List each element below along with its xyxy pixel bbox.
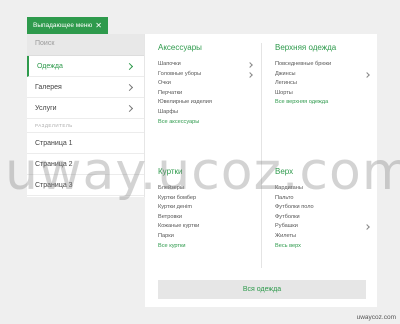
menu-link[interactable]: Ветровки xyxy=(158,213,258,223)
chevron-right-icon xyxy=(125,83,134,91)
dropdown-menu-button[interactable]: Выпадающее меню ✕ xyxy=(27,17,108,34)
menu-link[interactable]: Легинсы xyxy=(275,79,375,89)
chevron-right-icon xyxy=(247,71,253,78)
sidebar-item-page-1[interactable]: Страница 1 xyxy=(27,133,144,154)
sidebar-item-label: Услуги xyxy=(35,104,57,112)
all-jackets-link[interactable]: Все куртки xyxy=(158,242,258,252)
menu-link[interactable]: Куртки бомбер xyxy=(158,194,258,204)
sidebar: Поиск Одежда Галерея Услуги РАЗДЕЛИТЕЛЬ … xyxy=(27,34,145,197)
menu-link[interactable]: Рубашки xyxy=(275,222,375,232)
menu-link[interactable]: Жилеты xyxy=(275,232,375,242)
menu-link[interactable]: Джинсы xyxy=(275,70,375,80)
menu-column-jackets: Куртки Блейзеры Куртки бомбер Куртки ден… xyxy=(158,167,258,251)
menu-link[interactable]: Куртки денim xyxy=(158,203,258,213)
sidebar-item-page-3[interactable]: Страница 3 xyxy=(27,175,144,196)
all-outerwear-link[interactable]: Все верхняя одежда xyxy=(275,98,375,108)
column-title: Верх xyxy=(275,167,294,176)
sidebar-item-label: Одежда xyxy=(37,62,63,70)
menu-link[interactable]: Головные уборы xyxy=(158,70,258,80)
dropdown-menu-label: Выпадающее меню xyxy=(33,22,93,29)
chevron-right-icon xyxy=(364,224,370,231)
sidebar-item-clothing[interactable]: Одежда xyxy=(27,56,144,77)
all-tops-link[interactable]: Весь верх xyxy=(275,242,375,252)
menu-link[interactable]: Шарфы xyxy=(158,108,258,118)
menu-link[interactable]: Кардиганы xyxy=(275,184,375,194)
sidebar-item-label: Страница 2 xyxy=(35,160,73,168)
sidebar-item-services[interactable]: Услуги xyxy=(27,98,144,119)
search-input[interactable]: Поиск xyxy=(27,34,144,56)
menu-link[interactable]: Шапочки xyxy=(158,60,258,70)
column-title: Куртки xyxy=(158,167,183,176)
chevron-right-icon xyxy=(125,62,134,70)
menu-link[interactable]: Перчатки xyxy=(158,89,258,99)
chevron-right-icon xyxy=(364,71,370,78)
menu-link[interactable]: Шорты xyxy=(275,89,375,99)
all-clothing-button[interactable]: Вся одежда xyxy=(158,280,366,299)
sidebar-item-label: Страница 1 xyxy=(35,139,73,147)
menu-link[interactable]: Кожаные куртки xyxy=(158,222,258,232)
menu-column-accessories: Аксессуары Шапочки Головные уборы Очки П… xyxy=(158,43,258,127)
menu-link[interactable]: Повседневные брюки xyxy=(275,60,375,70)
menu-column-tops: Верх Кардиганы Пальто Футболки поло Футб… xyxy=(275,167,375,251)
credit-text: uwaycoz.com xyxy=(356,314,396,321)
chevron-right-icon xyxy=(125,104,134,112)
column-title: Верхняя одежда xyxy=(275,43,337,52)
sidebar-item-gallery[interactable]: Галерея xyxy=(27,77,144,98)
close-icon[interactable]: ✕ xyxy=(95,21,102,30)
column-divider xyxy=(261,43,262,268)
menu-link[interactable]: Футболки xyxy=(275,213,375,223)
menu-column-outerwear: Верхняя одежда Повседневные брюки Джинсы… xyxy=(275,43,375,108)
menu-link[interactable]: Блейзеры xyxy=(158,184,258,194)
menu-link[interactable]: Футболки поло xyxy=(275,203,375,213)
menu-link[interactable]: Очки xyxy=(158,79,258,89)
menu-link[interactable]: Парки xyxy=(158,232,258,242)
menu-link[interactable]: Ювелирные изделия xyxy=(158,98,258,108)
menu-link[interactable]: Пальто xyxy=(275,194,375,204)
divider-label: РАЗДЕЛИТЕЛЬ xyxy=(27,119,144,133)
sidebar-item-label: Галерея xyxy=(35,83,62,91)
sidebar-item-page-2[interactable]: Страница 2 xyxy=(27,154,144,175)
column-title: Аксессуары xyxy=(158,43,202,52)
sidebar-item-label: Страница 3 xyxy=(35,181,73,189)
all-accessories-link[interactable]: Все аксессуары xyxy=(158,118,258,128)
chevron-right-icon xyxy=(247,62,253,68)
